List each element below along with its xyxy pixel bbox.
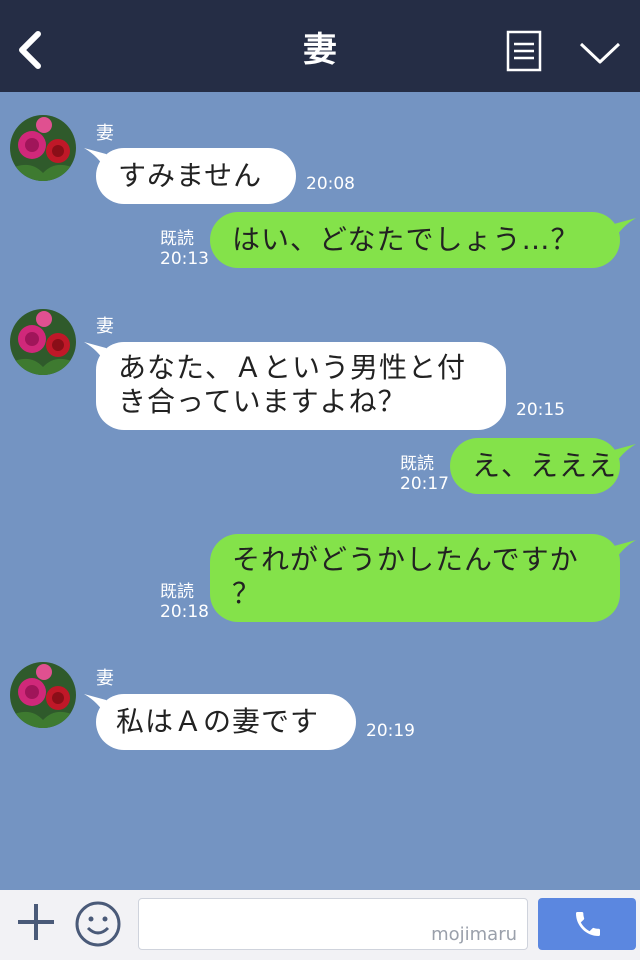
call-button[interactable] <box>538 898 636 950</box>
sender-name: 妻 <box>96 123 114 144</box>
menu-icon[interactable] <box>506 30 542 72</box>
message-bubble[interactable]: はい、どなたでしょう…？ <box>210 212 620 268</box>
sender-name: 妻 <box>96 668 114 689</box>
chat-area[interactable]: 妻 すみません 20:08 既読 20:13 はい、どなたでしょう…？ 妻 あな… <box>0 92 640 890</box>
message-bubble[interactable]: すみません <box>96 148 296 204</box>
message-text-line: それがどうかしたんですか <box>232 543 579 576</box>
bubble-tail <box>614 218 636 240</box>
message-text-line: ？ <box>232 577 262 610</box>
message-bubble[interactable]: え、えええ <box>450 438 620 494</box>
message-bubble[interactable]: それがどうかしたんですか ？ <box>210 534 620 622</box>
chat-title: 妻 <box>303 30 337 70</box>
message-text: はい、どなたでしょう…？ <box>232 223 580 256</box>
chevron-down-icon[interactable] <box>578 40 622 66</box>
bubble-tail <box>614 540 636 562</box>
avatar-rose-icon <box>10 115 76 181</box>
phone-icon <box>576 912 600 936</box>
plus-icon[interactable] <box>14 900 58 944</box>
chat-header: 妻 <box>0 0 640 92</box>
message-bubble[interactable]: 私はＡの妻です <box>96 694 356 750</box>
message-time: 20:18 <box>160 602 209 622</box>
message-text: え、えええ <box>472 449 618 482</box>
message-text: すみません <box>118 159 263 192</box>
message-time: 20:15 <box>516 400 565 420</box>
watermark: mojimaru <box>431 924 517 945</box>
message-time: 20:17 <box>400 474 449 494</box>
message-time: 20:08 <box>306 174 355 194</box>
avatar[interactable] <box>10 662 76 728</box>
bubble-tail <box>614 444 636 466</box>
avatar[interactable] <box>10 115 76 181</box>
message-time: 20:19 <box>366 721 415 741</box>
message-text: 私はＡの妻です <box>116 705 320 738</box>
avatar-rose-icon <box>10 309 76 375</box>
read-receipt: 既読 <box>400 454 434 474</box>
read-receipt: 既読 <box>160 229 194 249</box>
message-text-line: き合っていますよね？ <box>118 385 407 418</box>
message-text-line: あなた、Ａという男性と付 <box>118 351 467 384</box>
sender-name: 妻 <box>96 316 114 337</box>
message-input[interactable]: mojimaru <box>138 898 528 950</box>
emoji-icon[interactable] <box>74 900 122 948</box>
read-receipt: 既読 <box>160 582 194 602</box>
message-time: 20:13 <box>160 249 209 269</box>
avatar[interactable] <box>10 309 76 375</box>
message-bubble[interactable]: あなた、Ａという男性と付 き合っていますよね？ <box>96 342 506 430</box>
avatar-rose-icon <box>10 662 76 728</box>
